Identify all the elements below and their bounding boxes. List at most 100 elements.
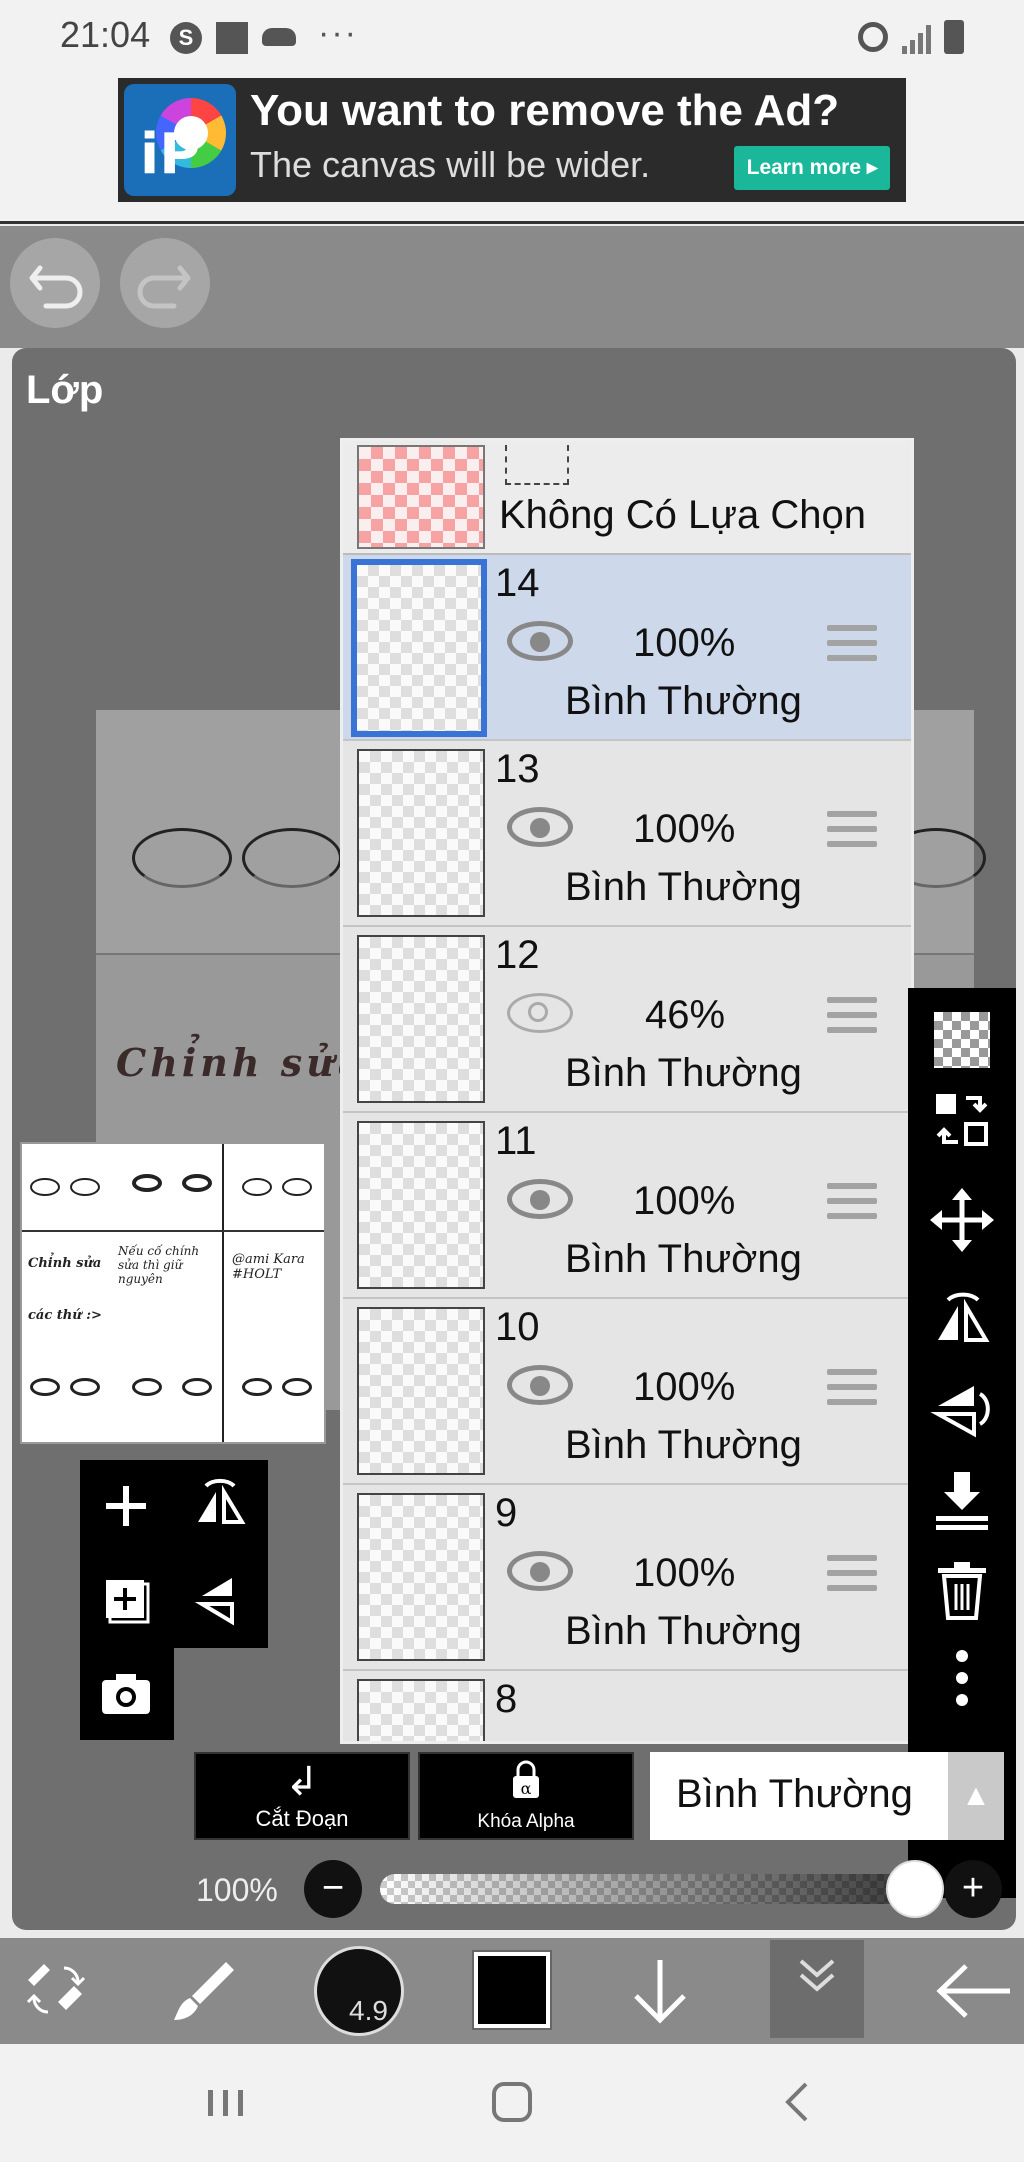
layer-thumbnail	[357, 935, 485, 1103]
thumb-eye	[182, 1378, 212, 1396]
layer-row-14[interactable]: 14 100% Bình Thường	[343, 555, 911, 741]
layer-blend-mode: Bình Thường	[565, 1237, 802, 1281]
chevron-up-icon: ▲	[948, 1752, 1004, 1840]
layer-blend-mode: Bình Thường	[565, 1609, 802, 1653]
lock-icon: α	[420, 1758, 632, 1811]
layer-number: 13	[495, 747, 540, 791]
flip-horizontal-icon	[198, 1478, 246, 1524]
flip-horizontal-button[interactable]	[184, 1470, 256, 1542]
left-layer-tools	[80, 1460, 268, 1740]
thumb-eye	[30, 1178, 60, 1196]
layer-number: 14	[495, 561, 540, 605]
undo-button[interactable]	[10, 238, 100, 328]
visibility-eye-icon[interactable]	[507, 621, 573, 661]
layer-row-12[interactable]: 12 46% Bình Thường	[343, 927, 911, 1113]
drag-handle-icon[interactable]	[827, 997, 877, 1039]
ad-banner[interactable]: iP You want to remove the Ad? The canvas…	[118, 78, 906, 202]
flip-vertical-icon	[194, 1578, 234, 1626]
layer-down-button[interactable]	[618, 1946, 702, 2036]
layer-number: 11	[495, 1119, 537, 1163]
more-options-button[interactable]	[922, 1638, 1002, 1718]
selection-thumbnail	[357, 445, 485, 549]
bottom-toolbar: 4.9	[0, 1938, 1024, 2044]
back-button[interactable]	[928, 1946, 1018, 2036]
layer-number: 12	[495, 933, 540, 977]
drawn-eye	[242, 828, 342, 888]
add-copy-layer-button[interactable]	[90, 1564, 162, 1636]
notification-square-icon	[216, 22, 248, 54]
layer-opacity: 100%	[633, 1551, 736, 1595]
status-time: 21:04	[60, 14, 151, 55]
battery-icon	[944, 20, 964, 54]
recent-apps-icon[interactable]	[204, 2072, 248, 2132]
drag-handle-icon[interactable]	[827, 811, 877, 853]
blend-mode-select[interactable]: Bình Thường ▲	[650, 1752, 1004, 1840]
visibility-eye-icon[interactable]	[507, 1551, 573, 1591]
layer-row-10[interactable]: 10 100% Bình Thường	[343, 1299, 911, 1485]
delete-layer-button[interactable]	[922, 1550, 1002, 1630]
arrow-left-icon	[936, 1964, 1010, 2018]
tool-switch-icon	[26, 1964, 86, 2014]
collapse-panel-button[interactable]	[770, 1940, 864, 2038]
tool-switch-button[interactable]	[14, 1946, 98, 2036]
drag-handle-icon[interactable]	[827, 625, 877, 667]
layer-thumbnail	[357, 749, 485, 917]
brush-size-button[interactable]: 4.9	[314, 1946, 404, 2036]
system-nav-bar	[0, 2044, 1024, 2162]
flip-horizontal-button[interactable]	[922, 1280, 1002, 1360]
thumb-eye	[30, 1378, 60, 1396]
add-layer-button[interactable]	[90, 1470, 162, 1542]
alpha-lock-button[interactable]: α Khóa Alpha	[418, 1752, 634, 1840]
back-nav-icon[interactable]	[776, 2072, 816, 2132]
alpha-lock-label: Khóa Alpha	[477, 1811, 575, 1832]
opacity-decrease-button[interactable]: −	[304, 1860, 362, 1918]
status-bar: 21:04 S ···	[0, 0, 1024, 72]
layer-row-8[interactable]: 8	[343, 1671, 911, 1741]
trash-icon	[938, 1562, 986, 1620]
layer-row-13[interactable]: 13 100% Bình Thường	[343, 741, 911, 927]
thumb-eye	[282, 1178, 312, 1196]
brush-tool-button[interactable]	[162, 1946, 246, 2036]
alarm-icon	[858, 22, 888, 52]
drag-handle-icon[interactable]	[827, 1369, 877, 1411]
learn-more-button[interactable]: Learn more ▸	[734, 146, 890, 190]
visibility-eye-icon[interactable]	[507, 807, 573, 847]
move-button[interactable]	[922, 1180, 1002, 1260]
color-swatch-button[interactable]	[472, 1950, 552, 2030]
redo-button[interactable]	[120, 238, 210, 328]
home-icon[interactable]	[488, 2072, 536, 2132]
svg-text:α: α	[521, 1779, 532, 1798]
layer-opacity: 46%	[645, 993, 726, 1037]
visibility-eye-icon[interactable]	[507, 1365, 573, 1405]
clipping-label: Cắt Đoạn	[255, 1806, 349, 1831]
layer-list[interactable]: Không Có Lựa Chọn 14 100% Bình Thường 13…	[340, 438, 914, 1744]
drag-handle-icon[interactable]	[827, 1555, 877, 1597]
opacity-slider[interactable]	[380, 1874, 932, 1904]
clipping-button[interactable]: ↲ Cắt Đoạn	[194, 1752, 410, 1840]
selection-layer-row[interactable]: Không Có Lựa Chọn	[343, 441, 911, 555]
thumb-text: @ami Kara #HOLT	[232, 1252, 305, 1282]
transparency-button[interactable]	[934, 1012, 990, 1068]
merge-down-button[interactable]	[922, 1458, 1002, 1538]
layer-row-11[interactable]: 11 100% Bình Thường	[343, 1113, 911, 1299]
blend-mode-value: Bình Thường	[676, 1772, 913, 1816]
clipping-arrow-icon: ↲	[285, 1760, 319, 1804]
drag-handle-icon[interactable]	[827, 1183, 877, 1225]
layer-swap-button[interactable]	[922, 1080, 1002, 1160]
flip-vertical-button[interactable]	[922, 1370, 1002, 1450]
opacity-slider-thumb[interactable]	[886, 1860, 944, 1918]
visibility-eye-icon[interactable]	[507, 993, 573, 1033]
layer-opacity: 100%	[633, 807, 736, 851]
selection-marquee-icon	[505, 445, 569, 485]
thumb-eye	[132, 1174, 162, 1192]
visibility-eye-icon[interactable]	[507, 1179, 573, 1219]
merge-down-icon	[936, 1472, 988, 1530]
layer-row-9[interactable]: 9 100% Bình Thường	[343, 1485, 911, 1671]
layer-opacity: 100%	[633, 621, 736, 665]
opacity-increase-button[interactable]: +	[944, 1860, 1002, 1918]
layer-number: 8	[495, 1677, 518, 1721]
more-vertical-icon	[956, 1650, 968, 1706]
camera-import-button[interactable]	[90, 1658, 162, 1730]
flip-vertical-button[interactable]	[184, 1564, 256, 1636]
ad-title: You want to remove the Ad?	[250, 86, 840, 135]
